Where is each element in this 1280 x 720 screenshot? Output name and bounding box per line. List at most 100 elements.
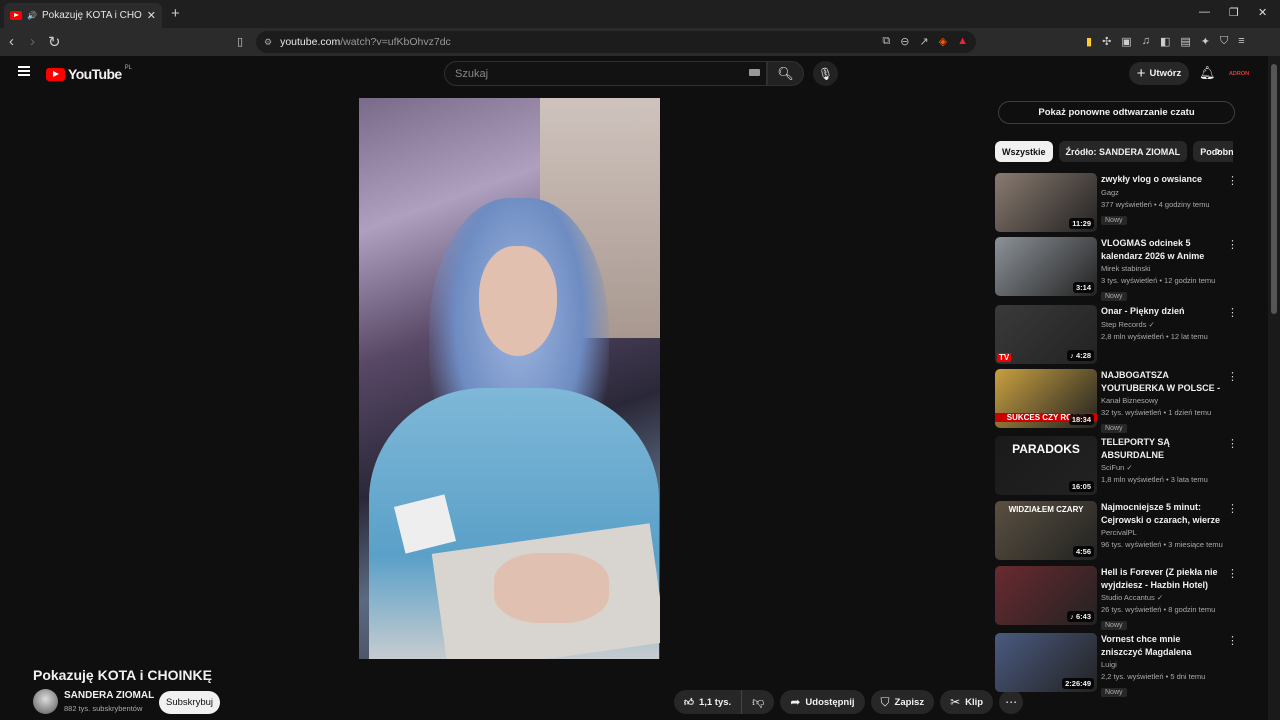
dislike-button[interactable]: 👎︎ — [742, 690, 774, 714]
video-thumbnail[interactable]: 3:14 — [995, 237, 1097, 296]
recommendation-title[interactable]: Vornest chce mnie zniszczyć Magdalena Kł… — [1101, 633, 1223, 658]
extension-note-icon[interactable]: ▮ — [1086, 35, 1092, 48]
more-vertical-icon[interactable]: ⋮ — [1227, 502, 1238, 515]
subscribe-button[interactable]: Subskrybuj — [159, 691, 220, 714]
chip-all[interactable]: Wszystkie — [995, 141, 1053, 162]
more-actions-button[interactable]: ⋯ — [999, 690, 1024, 714]
more-vertical-icon[interactable]: ⋮ — [1227, 174, 1238, 187]
keyboard-icon[interactable] — [749, 69, 760, 76]
site-info-icon[interactable]: ⚙ — [264, 37, 272, 48]
video-thumbnail[interactable]: 2:26:49 — [995, 633, 1097, 692]
menu-icon[interactable]: ≡ — [1238, 35, 1244, 48]
chat-replay-button[interactable]: Pokaż ponowne odtwarzanie czatu — [998, 101, 1235, 124]
plus-icon: + — [1136, 65, 1146, 82]
vpn-shield-icon[interactable]: ⛉ — [1220, 35, 1228, 48]
recommendation-item[interactable]: 3:14 VLOGMAS odcinek 5 kalendarz 2026 w … — [995, 237, 1238, 301]
wallet-icon[interactable]: ▤ — [1180, 35, 1190, 48]
video-thumbnail[interactable]: WIDZIAŁEM CZARY 4:56 — [995, 501, 1097, 560]
recommendation-channel[interactable]: Step Records ✓ — [1101, 320, 1223, 329]
like-button[interactable]: 👍︎ 1,1 tys. — [674, 690, 743, 714]
screenshot-icon[interactable]: ▣ — [1121, 35, 1131, 48]
recommendation-channel[interactable]: Luigi — [1101, 660, 1223, 669]
extensions-puzzle-icon[interactable]: ✣ — [1102, 35, 1111, 48]
recommendation-channel[interactable]: SciFun ✓ — [1101, 463, 1223, 472]
back-icon[interactable]: ‹ — [9, 33, 14, 50]
reload-icon[interactable]: ↻ — [48, 33, 61, 51]
video-thumbnail[interactable]: PARADOKS 16:05 — [995, 436, 1097, 495]
recommendation-meta: 96 tys. wyświetleń • 3 miesiące temu — [1101, 540, 1223, 549]
more-vertical-icon[interactable]: ⋮ — [1227, 567, 1238, 580]
channel-avatar[interactable] — [33, 689, 58, 714]
channel-name[interactable]: SANDERA ZIOMAL — [64, 690, 154, 701]
video-duration: 2:26:49 — [1062, 678, 1094, 689]
recommendation-item[interactable]: PARADOKS 16:05 TELEPORTY SĄ ABSURDALNE S… — [995, 436, 1238, 496]
recommendation-title[interactable]: Najmocniejsze 5 minut: Cejrowski o czara… — [1101, 501, 1223, 526]
recommendation-title[interactable]: Onar - Piękny dzień — [1101, 305, 1223, 318]
close-window-icon[interactable]: ✕ — [1258, 6, 1267, 19]
menu-hamburger-icon[interactable] — [18, 66, 30, 76]
search-button[interactable]: 🔍︎ — [767, 61, 804, 86]
scrollbar-thumb[interactable] — [1271, 64, 1277, 314]
page-scrollbar[interactable] — [1268, 56, 1280, 720]
music-icon[interactable]: ♫ — [1142, 35, 1150, 48]
sidebar-icon[interactable]: ◧ — [1160, 35, 1170, 48]
recommendation-channel[interactable]: Mirek stabinski — [1101, 264, 1223, 273]
save-button[interactable]: ⛉ Zapisz — [870, 690, 935, 714]
video-duration: 4:56 — [1072, 546, 1094, 557]
recommendation-channel[interactable]: Kanał Biznesowy — [1101, 396, 1223, 405]
clip-button[interactable]: ✂ Klip — [940, 690, 994, 714]
video-thumbnail[interactable]: TV ♪ 4:28 — [995, 305, 1097, 364]
new-tab-button[interactable]: + — [171, 5, 180, 22]
url-field[interactable]: ⚙ youtube.com/watch?v=ufKbOhvz7dc ⧉ ⊖ ↗ … — [256, 31, 976, 53]
save-bookmark-icon: ⛉ — [880, 694, 890, 709]
brave-rewards-icon[interactable]: ▲ — [957, 35, 968, 48]
recommendation-channel[interactable]: PercivalPL — [1101, 528, 1223, 537]
close-tab-icon[interactable]: ✕ — [147, 9, 156, 22]
share-icon[interactable]: ↗ — [919, 35, 928, 48]
more-vertical-icon[interactable]: ⋮ — [1227, 437, 1238, 450]
recommendation-channel[interactable]: Studio Accantus ✓ — [1101, 593, 1223, 602]
video-player[interactable] — [359, 98, 660, 659]
open-external-icon[interactable]: ⧉ — [882, 35, 890, 48]
recommendation-item[interactable]: WIDZIAŁEM CZARY 4:56 Najmocniejsze 5 min… — [995, 501, 1238, 561]
voice-search-button[interactable]: 🎙︎ — [813, 61, 838, 86]
search-input[interactable]: Szukaj — [444, 61, 767, 86]
chip-related[interactable]: Podobne — [1193, 141, 1233, 162]
ai-icon[interactable]: ✦ — [1201, 35, 1210, 48]
chevron-right-icon[interactable]: › — [1216, 143, 1220, 158]
tab-title: Pokazuję KOTA i CHOINKĘ - Y — [41, 10, 142, 21]
recommendation-item[interactable]: ♪ 6:43 Hell is Forever (Z piekła nie wyj… — [995, 566, 1238, 630]
youtube-logo[interactable]: YouTube PL — [46, 65, 132, 82]
minimize-icon[interactable]: — — [1199, 6, 1210, 18]
more-vertical-icon[interactable]: ⋮ — [1227, 634, 1238, 647]
account-avatar[interactable]: ADRON — [1229, 65, 1249, 83]
maximize-icon[interactable]: ❐ — [1229, 6, 1239, 19]
more-vertical-icon[interactable]: ⋮ — [1227, 306, 1238, 319]
recommendation-item[interactable]: TV ♪ 4:28 Onar - Piękny dzień Step Recor… — [995, 305, 1238, 365]
forward-icon[interactable]: › — [30, 33, 35, 50]
recommendation-item[interactable]: 11:29 zwykły vlog o owsiance Gagz 377 wy… — [995, 173, 1238, 233]
video-thumbnail[interactable]: 11:29 — [995, 173, 1097, 232]
zoom-icon[interactable]: ⊖ — [900, 35, 909, 48]
recommendation-title[interactable]: VLOGMAS odcinek 5 kalendarz 2026 w Anime… — [1101, 237, 1223, 262]
recommendation-item[interactable]: SUKCES CZY RODZI 18:34 NAJBOGATSZA YOUTU… — [995, 369, 1238, 433]
share-button[interactable]: ➦ Udostępnij — [780, 690, 865, 714]
speaker-icon[interactable]: 🔊 — [27, 11, 37, 20]
video-thumbnail[interactable]: ♪ 6:43 — [995, 566, 1097, 625]
recommendation-title[interactable]: TELEPORTY SĄ ABSURDALNE — [1101, 436, 1223, 461]
notifications-bell-icon[interactable]: 🔔︎ — [1199, 65, 1216, 81]
recommendation-title[interactable]: zwykły vlog o owsiance — [1101, 173, 1223, 186]
browser-tab[interactable]: 🔊 Pokazuję KOTA i CHOINKĘ - Y ✕ — [4, 3, 162, 28]
bookmark-icon[interactable]: ▯ — [237, 35, 243, 48]
thumbnail-tv-logo: TV — [997, 353, 1012, 362]
recommendation-title[interactable]: Hell is Forever (Z piekła nie wyjdziesz … — [1101, 566, 1223, 591]
more-vertical-icon[interactable]: ⋮ — [1227, 370, 1238, 383]
recommendation-item[interactable]: 2:26:49 Vornest chce mnie zniszczyć Magd… — [995, 633, 1238, 697]
recommendation-channel[interactable]: Gagz — [1101, 188, 1223, 197]
more-vertical-icon[interactable]: ⋮ — [1227, 238, 1238, 251]
chip-source[interactable]: Źródło: SANDERA ZIOMAL — [1058, 141, 1188, 162]
recommendation-title[interactable]: NAJBOGATSZA YOUTUBERKA W POLSCE - JAK PO… — [1101, 369, 1223, 394]
brave-shield-icon[interactable]: ◈ — [939, 35, 947, 48]
video-thumbnail[interactable]: SUKCES CZY RODZI 18:34 — [995, 369, 1097, 428]
create-button[interactable]: + Utwórz — [1129, 62, 1189, 85]
